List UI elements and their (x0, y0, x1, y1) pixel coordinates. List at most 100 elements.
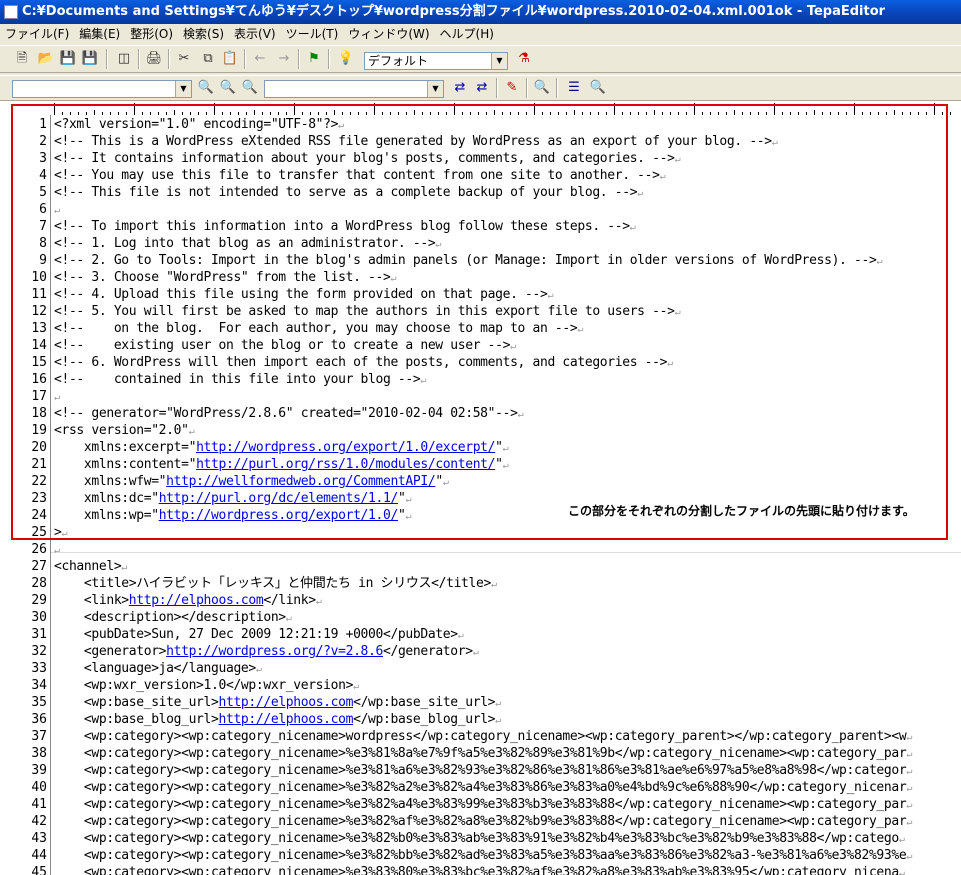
code-link[interactable]: http://wordpress.org/?v=2.8.6 (166, 644, 383, 659)
save-icon[interactable]: 💾 (58, 49, 78, 69)
menu-help[interactable]: ヘルプ(H) (435, 24, 499, 44)
code-link[interactable]: http://elphoos.com (129, 593, 264, 608)
chevron-down-icon[interactable]: ▼ (175, 81, 191, 97)
menu-window[interactable]: ウィンドウ(W) (343, 24, 434, 44)
window-title-bar[interactable]: C:¥Documents and Settings¥てんゆう¥デスクトップ¥wo… (0, 0, 961, 24)
code-line-suffix: </wp:base_site_url> (353, 695, 496, 710)
newline-mark-icon: ↵ (457, 630, 464, 641)
code-line-text: <wp:category><wp:category_nicename>%e3%8… (54, 746, 907, 761)
code-line[interactable]: <wp:category><wp:category_nicename>%e3%8… (54, 847, 912, 865)
menu-format[interactable]: 整形(O) (125, 24, 178, 44)
newline-mark-icon: ↵ (898, 834, 905, 845)
find-up-icon[interactable]: 🔍 (218, 78, 238, 98)
replace-input[interactable]: ▼ (264, 80, 444, 98)
code-line-text: <channel> (54, 559, 122, 574)
search-input[interactable]: ▼ (12, 80, 192, 98)
newline-mark-icon: ↵ (121, 562, 127, 573)
code-line[interactable]: <wp:category><wp:category_nicename>%e3%8… (54, 830, 905, 848)
toolbar-separator (138, 49, 140, 69)
code-line-prefix: <wp:base_blog_url> (54, 712, 219, 727)
regex-icon[interactable]: ✎ (502, 78, 522, 98)
line-number: 30 (31, 610, 47, 625)
menu-file[interactable]: ファイル(F) (0, 24, 74, 44)
replace-icon[interactable]: ⇄ (450, 78, 470, 98)
code-line[interactable]: <pubDate>Sun, 27 Dec 2009 12:21:19 +0000… (54, 626, 464, 644)
print-icon[interactable]: 🖨 (144, 49, 164, 69)
code-line[interactable]: <link>http://elphoos.com</link>↵ (54, 592, 322, 610)
toolbar-separator (244, 49, 246, 69)
paste-icon[interactable]: 📋 (220, 49, 240, 69)
copy-icon[interactable]: ⧉ (198, 49, 218, 69)
newline-mark-icon: ↵ (472, 647, 479, 658)
grep-icon[interactable]: ☰ (564, 78, 584, 98)
font-select[interactable]: デフォルト ▼ (364, 52, 508, 70)
line-number: 41 (31, 797, 47, 812)
code-line[interactable]: <wp:base_blog_url>http://elphoos.com</wp… (54, 711, 501, 729)
line-number: 39 (31, 763, 47, 778)
code-line-suffix: </generator> (382, 644, 473, 659)
code-line-prefix: <generator> (54, 644, 167, 659)
code-line[interactable]: <description></description>↵ (54, 609, 292, 627)
code-line[interactable]: <wp:category><wp:category_nicename>%e3%8… (54, 745, 912, 763)
code-line-text: <wp:category><wp:category_nicename>%e3%8… (54, 763, 907, 778)
split-view-icon[interactable]: ◫ (114, 49, 134, 69)
replace-all-icon[interactable]: ⇄ (472, 78, 492, 98)
menu-search[interactable]: 検索(S) (178, 24, 229, 44)
code-line-prefix: <wp:base_site_url> (54, 695, 219, 710)
window-title: C:¥Documents and Settings¥てんゆう¥デスクトップ¥wo… (22, 4, 886, 19)
line-number: 33 (31, 661, 47, 676)
toolbar-separator (556, 78, 558, 98)
menu-view[interactable]: 表示(V) (229, 24, 281, 44)
main-toolbar: 🗎 📂 💾 💾 ◫ 🖨 ✂ ⧉ 📋 ← → ⚑ 💡 デフォルト ▼ ⚗ (0, 45, 961, 73)
newline-mark-icon: ↵ (906, 800, 913, 811)
font-settings-icon[interactable]: ⚗ (514, 49, 534, 69)
search-toolbar: ▼ 🔍 🔍 🔍 ▼ ⇄ ⇄ ✎ 🔍 ☰ 🔍 (0, 75, 961, 101)
code-line[interactable]: <wp:category><wp:category_nicename>wordp… (54, 728, 912, 746)
cut-icon[interactable]: ✂ (174, 49, 194, 69)
menu-tools[interactable]: ツール(T) (281, 24, 344, 44)
grep-replace-icon[interactable]: 🔍 (588, 78, 608, 98)
bookmark-icon[interactable]: ⚑ (304, 49, 324, 69)
save-all-icon[interactable]: 💾 (80, 49, 100, 69)
code-link[interactable]: http://elphoos.com (219, 712, 354, 727)
code-link[interactable]: http://elphoos.com (219, 695, 354, 710)
line-number: 36 (31, 712, 47, 727)
line-number: 32 (31, 644, 47, 659)
code-line[interactable]: <wp:category><wp:category_nicename>%e3%8… (54, 813, 912, 831)
newline-mark-icon: ↵ (353, 681, 359, 692)
newline-mark-icon: ↵ (315, 596, 322, 607)
hint-bulb-icon[interactable]: 💡 (336, 49, 356, 69)
new-file-icon[interactable]: 🗎 (12, 49, 32, 69)
binoculars-icon[interactable]: 🔍 (532, 78, 552, 98)
code-line[interactable]: <wp:category><wp:category_nicename>%e3%8… (54, 864, 905, 875)
code-line[interactable]: <wp:wxr_version>1.0</wp:wxr_version>↵ (54, 677, 359, 695)
code-line[interactable]: <channel>↵ (54, 558, 127, 576)
chevron-down-icon[interactable]: ▼ (491, 53, 507, 69)
find-next-icon[interactable]: 🔍 (196, 78, 216, 98)
newline-mark-icon: ↵ (255, 664, 262, 675)
redo-icon[interactable]: → (274, 49, 294, 69)
line-number: 26 (31, 542, 47, 557)
find-down-icon[interactable]: 🔍 (240, 78, 260, 98)
code-line[interactable]: <wp:category><wp:category_nicename>%e3%8… (54, 762, 912, 780)
newline-mark-icon: ↵ (495, 715, 501, 726)
code-line-prefix: <link> (54, 593, 129, 608)
code-line[interactable]: <wp:base_site_url>http://elphoos.com</wp… (54, 694, 501, 712)
chevron-down-icon[interactable]: ▼ (427, 81, 443, 97)
code-line[interactable]: <wp:category><wp:category_nicename>%e3%8… (54, 796, 912, 814)
code-line[interactable]: <generator>http://wordpress.org/?v=2.8.6… (54, 643, 479, 661)
newline-mark-icon: ↵ (906, 817, 913, 828)
cursor-line-highlight (51, 552, 961, 553)
code-line[interactable]: <title>ハイラビット「レッキス」と仲間たち in シリウス</title>… (54, 575, 497, 593)
code-line[interactable]: <wp:category><wp:category_nicename>%e3%8… (54, 779, 912, 797)
open-file-icon[interactable]: 📂 (36, 49, 56, 69)
line-number: 35 (31, 695, 47, 710)
code-line-suffix: </wp:base_blog_url> (353, 712, 496, 727)
newline-mark-icon: ↵ (906, 732, 913, 743)
undo-icon[interactable]: ← (250, 49, 270, 69)
newline-mark-icon: ↵ (906, 783, 913, 794)
menu-edit[interactable]: 編集(E) (74, 24, 125, 44)
code-line[interactable]: <language>ja</language>↵ (54, 660, 262, 678)
font-select-value: デフォルト (368, 54, 429, 68)
code-line[interactable]: ↵ (54, 541, 60, 559)
